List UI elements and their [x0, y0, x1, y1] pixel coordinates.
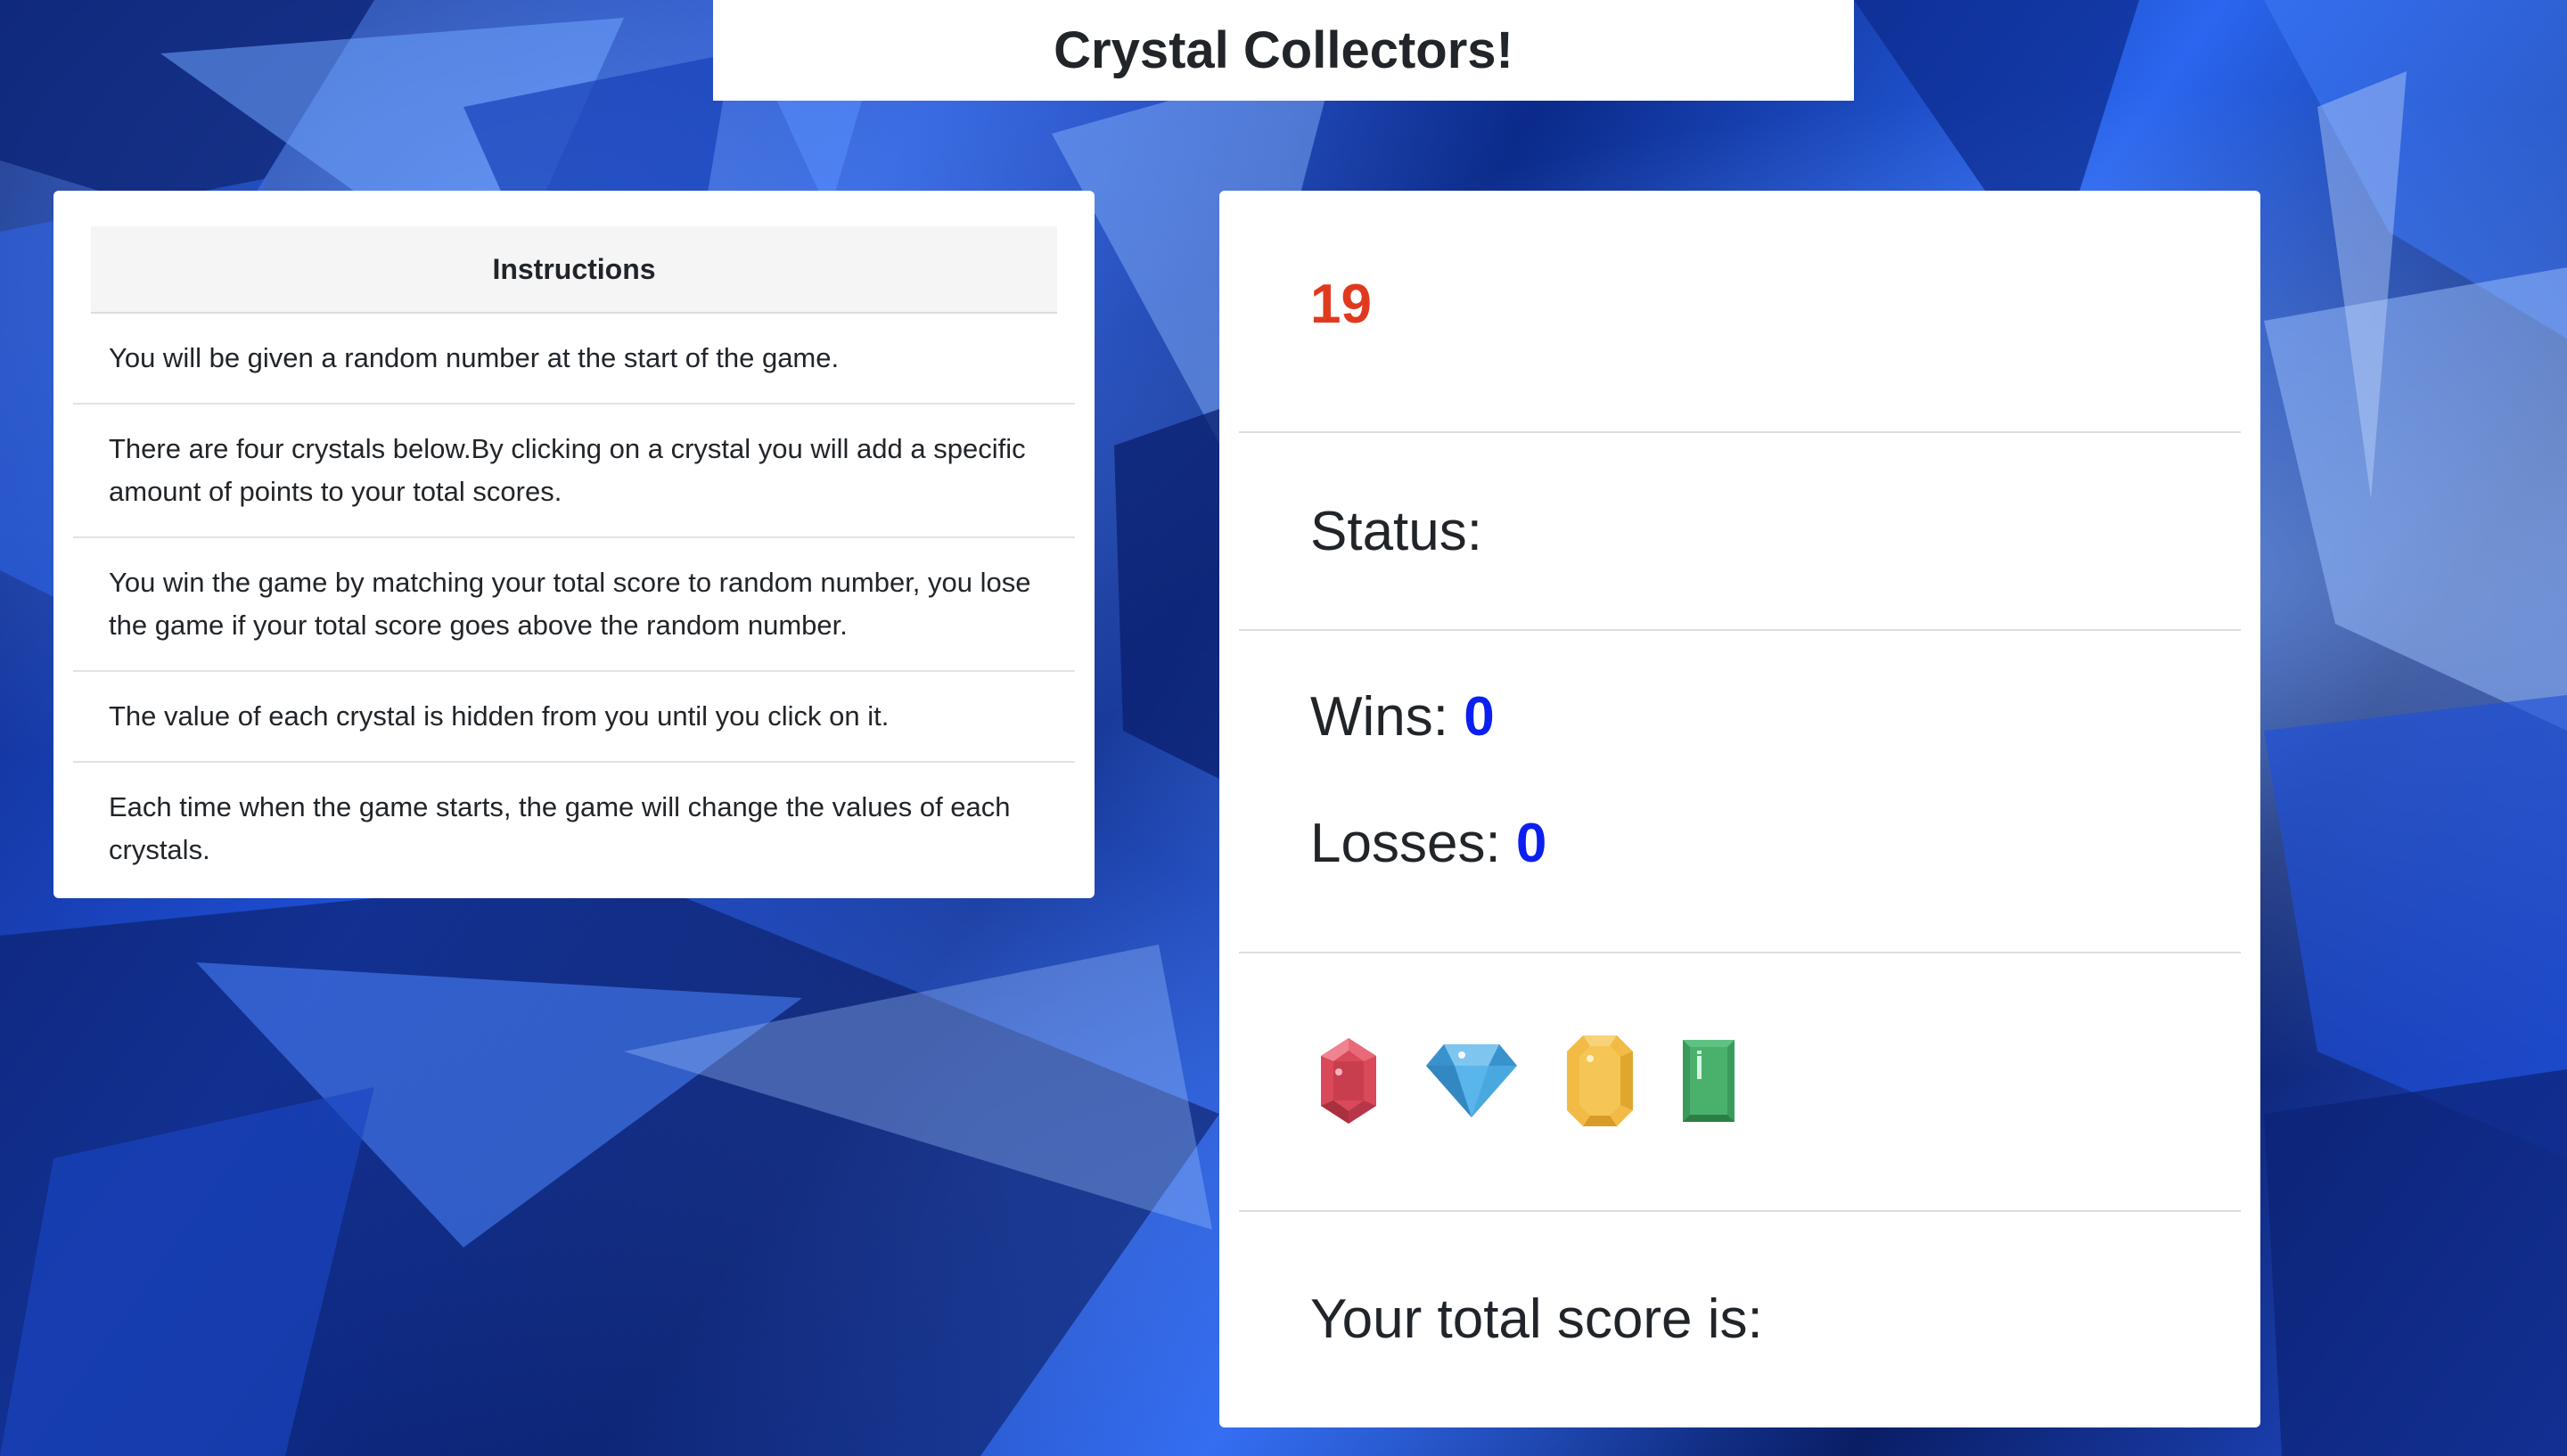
- instruction-item: You will be given a random number at the…: [73, 314, 1075, 405]
- losses-label: Losses:: [1310, 813, 1501, 874]
- instruction-item: The value of each crystal is hidden from…: [73, 672, 1075, 763]
- wins-count: 0: [1464, 686, 1495, 748]
- status-section: Status:: [1239, 433, 2241, 631]
- random-target-number: 19: [1310, 273, 1372, 335]
- instructions-heading: Instructions: [91, 226, 1057, 314]
- crystals-section: [1239, 953, 2241, 1212]
- total-score-label: Your total score is:: [1310, 1288, 1763, 1350]
- yellow-topaz-crystal-icon[interactable]: [1565, 1034, 1635, 1131]
- title-bar: Crystal Collectors!: [713, 0, 1854, 101]
- blue-diamond-crystal-icon[interactable]: [1424, 1043, 1519, 1122]
- instructions-list: You will be given a random number at the…: [73, 314, 1075, 895]
- green-emerald-crystal-icon[interactable]: [1681, 1038, 1736, 1126]
- target-section: 19: [1239, 191, 2241, 433]
- red-ruby-crystal-icon[interactable]: [1319, 1036, 1378, 1128]
- wins-label: Wins:: [1310, 686, 1448, 748]
- record-section: Wins: 0 Losses: 0: [1239, 631, 2241, 953]
- instruction-item: You win the game by matching your total …: [73, 538, 1075, 672]
- page-title: Crystal Collectors!: [1054, 21, 1513, 79]
- instruction-item: There are four crystals below.By clickin…: [73, 405, 1075, 538]
- instructions-card: Instructions You will be given a random …: [53, 191, 1095, 898]
- wins-line: Wins: 0: [1310, 684, 2241, 750]
- losses-count: 0: [1515, 813, 1547, 874]
- status-label: Status:: [1310, 500, 1482, 562]
- losses-line: Losses: 0: [1310, 811, 2241, 877]
- instruction-item: Each time when the game starts, the game…: [109, 791, 1011, 865]
- game-panel: 19 Status: Wins: 0 Losses: 0 Your total …: [1219, 191, 2260, 1427]
- score-section: Your total score is:: [1239, 1212, 2241, 1426]
